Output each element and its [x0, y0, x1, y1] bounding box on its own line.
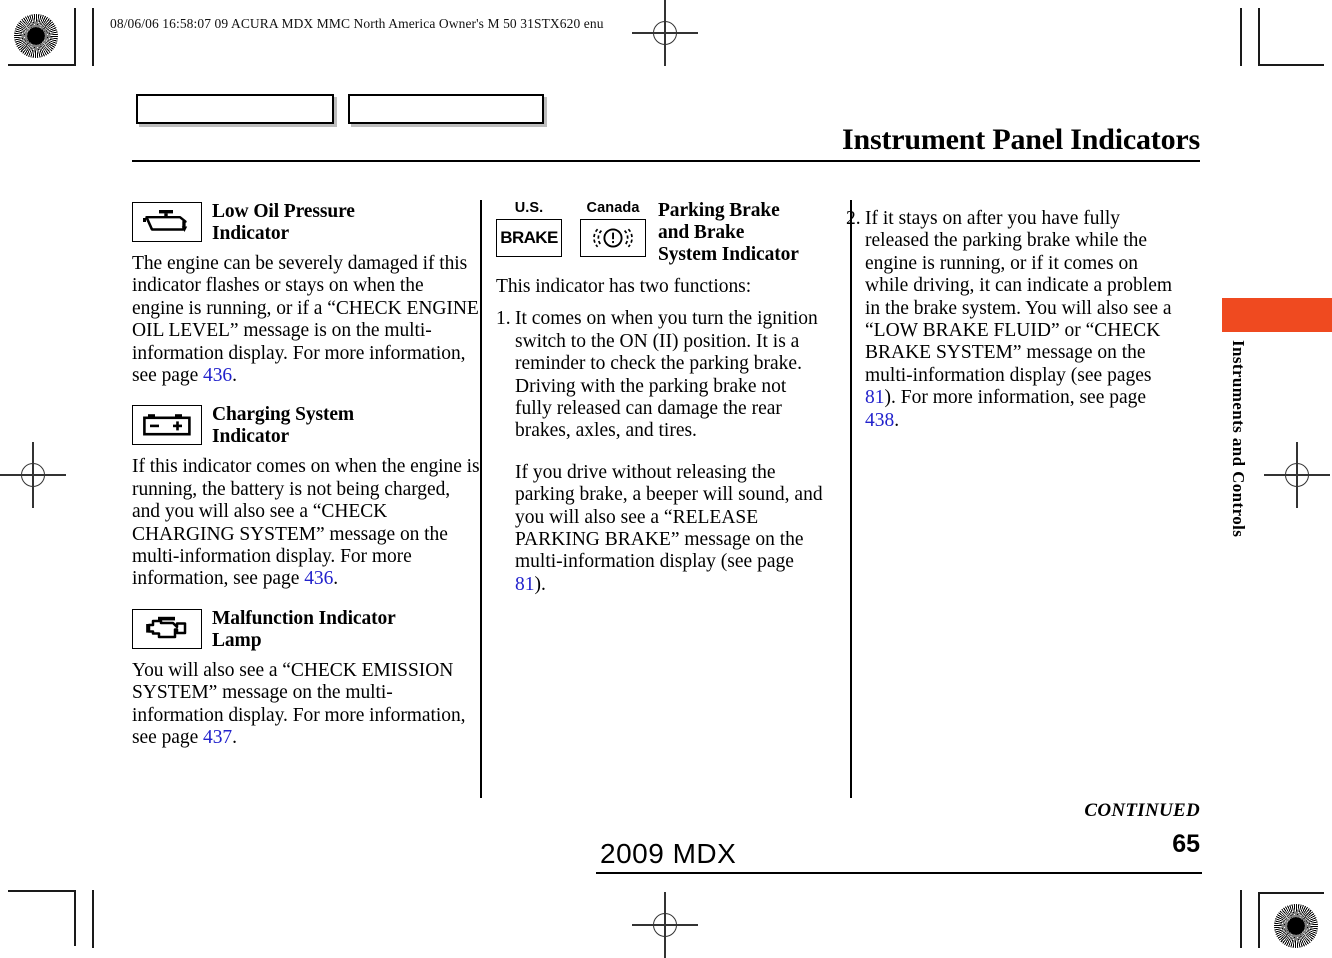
corner-rule-bottom-right-inner — [1240, 890, 1242, 948]
corner-rule-top-right-h — [1258, 64, 1324, 66]
title-divider-rule — [132, 160, 1200, 162]
list-item-2: 2. If it stays on after you have fully r… — [846, 208, 1176, 432]
engine-malfunction-icon — [132, 608, 202, 649]
indicator-heading-charging-system: Charging System Indicator — [132, 403, 480, 448]
page-reference-link[interactable]: 81 — [515, 574, 535, 595]
registration-crosshair-bottom-center — [632, 892, 698, 958]
paragraph-tail: . — [894, 409, 900, 431]
indicator-heading-malfunction-lamp: Malfunction Indicator Lamp — [132, 607, 480, 652]
page-title: Instrument Panel Indicators — [842, 123, 1200, 156]
indicator-title-line2: Indicator — [212, 426, 290, 448]
paragraph-tail: . — [232, 365, 237, 387]
paragraph-malfunction-lamp: You will also see a “CHECK EMISSION SYST… — [132, 660, 480, 750]
list-item-1: 1. It comes on when you turn the ignitio… — [496, 308, 828, 596]
paragraph-tail: . — [333, 568, 339, 590]
brake-exclamation-icon — [580, 219, 646, 257]
paragraph-low-oil-pressure: The engine can be severely damaged if th… — [132, 253, 480, 387]
brake-icon-label: BRAKE — [500, 228, 558, 247]
column-left: Low Oil Pressure Indicator The engine ca… — [132, 200, 480, 800]
corner-rule-bottom-left-inner — [92, 890, 94, 948]
page-number: 65 — [1172, 830, 1200, 858]
indicator-title-line1: Malfunction Indicator — [212, 607, 396, 629]
region-canada: Canada — [580, 200, 646, 257]
corner-rule-top-right-v — [1258, 8, 1260, 64]
footer-divider-rule — [596, 872, 1202, 874]
registration-crosshair-left — [0, 442, 66, 508]
paragraph-text: You will also see a “CHECK EMISSION SYST… — [132, 659, 466, 749]
indicator-title-line3: System Indicator — [658, 244, 799, 265]
chapter-tab-box-2 — [348, 94, 544, 124]
indicator-title-low-oil-pressure: Low Oil Pressure Indicator — [212, 200, 355, 245]
corner-rule-top-left-inner — [92, 8, 94, 66]
page-reference-link[interactable]: 436 — [203, 365, 232, 386]
page-reference-link[interactable]: 437 — [203, 727, 232, 748]
page-reference-link[interactable]: 81 — [865, 387, 885, 408]
indicator-title-line2: Lamp — [212, 629, 262, 651]
model-year-label: 2009 MDX — [600, 838, 737, 869]
list-item-paragraph-1: If it stays on after you have fully rele… — [865, 208, 1176, 432]
indicator-heading-low-oil-pressure: Low Oil Pressure Indicator — [132, 200, 480, 245]
list-item-paragraph-1: It comes on when you turn the ignition s… — [515, 308, 818, 442]
list-item-body: It comes on when you turn the ignition s… — [515, 308, 828, 596]
registration-crosshair-top-center — [632, 0, 698, 66]
corner-rule-bottom-left-v — [74, 890, 76, 946]
registration-starburst-top-left — [14, 14, 58, 58]
column-right: 2. If it stays on after you have fully r… — [828, 200, 1176, 800]
paragraph-middle: ). For more information, see page — [884, 387, 1147, 409]
brake-text-icon: BRAKE — [496, 219, 562, 257]
numbered-list-middle: 1. It comes on when you turn the ignitio… — [496, 308, 828, 596]
corner-rule-bottom-right-v — [1258, 892, 1260, 948]
indicator-title-line2: Indicator — [212, 223, 290, 244]
paragraph-two-functions-intro: This indicator has two functions: — [496, 276, 752, 297]
paragraph-tail: . — [232, 727, 237, 749]
indicator-title-line2: and Brake — [658, 222, 745, 243]
indicator-title-parking-brake: Parking Brake and Brake System Indicator — [658, 200, 799, 266]
corner-rule-top-right-inner — [1240, 8, 1242, 66]
paragraph-text: If it stays on after you have fully rele… — [865, 208, 1173, 386]
paragraph-text: The engine can be severely damaged if th… — [132, 253, 479, 387]
page-reference-link[interactable]: 438 — [865, 410, 894, 431]
parking-brake-heading: U.S. BRAKE Canada Parking Brake and Brak… — [496, 200, 828, 266]
chapter-tab-box-1 — [136, 94, 334, 124]
paragraph-text: If you drive without releasing the parki… — [515, 461, 823, 573]
indicator-title-line1: Parking Brake — [658, 200, 780, 221]
list-item-number: 2. — [846, 208, 861, 229]
region-us: U.S. BRAKE — [496, 200, 562, 257]
indicator-title-charging-system: Charging System Indicator — [212, 403, 354, 448]
region-label-canada: Canada — [586, 200, 640, 216]
column-middle: U.S. BRAKE Canada Parking Brake and Brak… — [480, 200, 828, 800]
chapter-tab-boxes — [136, 94, 544, 124]
indicator-title-line1: Charging System — [212, 404, 355, 426]
corner-rule-top-left-h — [8, 64, 76, 66]
indicator-title-line1: Low Oil Pressure — [212, 201, 355, 222]
corner-rule-top-left-v — [74, 8, 76, 64]
page-reference-link[interactable]: 436 — [304, 568, 333, 589]
indicator-title-malfunction-lamp: Malfunction Indicator Lamp — [212, 607, 396, 652]
chapter-tab-label: Instruments and Controls — [1229, 340, 1248, 538]
oil-can-icon — [132, 202, 202, 242]
battery-icon — [132, 405, 202, 446]
corner-rule-bottom-left-h — [8, 890, 76, 892]
registration-starburst-bottom-right — [1274, 904, 1318, 948]
list-item-number: 1. — [496, 308, 511, 330]
print-header-stamp: 08/06/06 16:58:07 09 ACURA MDX MMC North… — [110, 16, 604, 31]
region-label-us: U.S. — [514, 200, 544, 216]
content-columns: Low Oil Pressure Indicator The engine ca… — [132, 200, 1200, 800]
paragraph-tail: ). — [534, 573, 546, 595]
registration-crosshair-right — [1264, 442, 1330, 508]
paragraph-charging-system: If this indicator comes on when the engi… — [132, 456, 480, 590]
list-item-body: If it stays on after you have fully rele… — [865, 208, 1176, 432]
continued-label: CONTINUED — [1084, 800, 1200, 821]
corner-rule-bottom-right-h — [1258, 892, 1324, 894]
list-item-paragraph-2: If you drive without releasing the parki… — [515, 462, 828, 596]
chapter-tab-marker — [1222, 298, 1332, 332]
